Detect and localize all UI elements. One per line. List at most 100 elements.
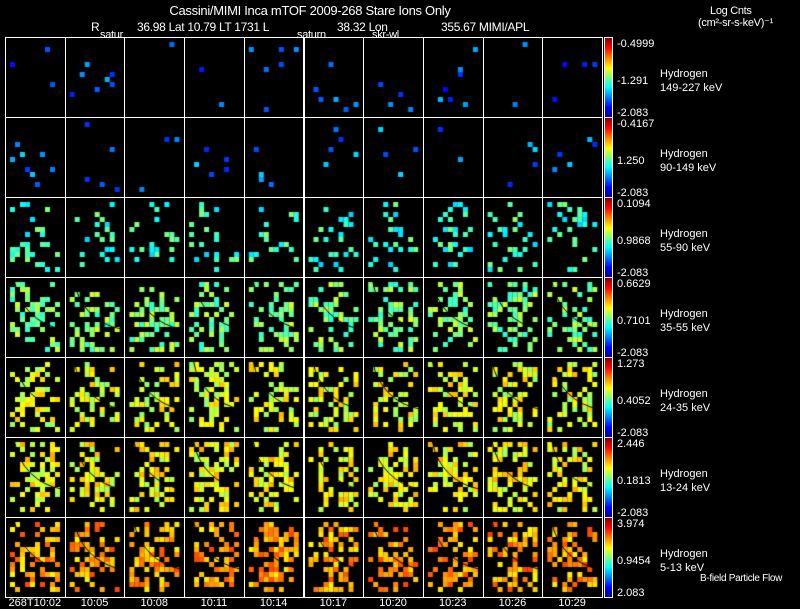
colorbar-max-label: -0.4167 <box>617 118 655 130</box>
heatmap-panel <box>5 37 66 118</box>
time-label: 10:23 <box>438 597 467 609</box>
heatmap-panel <box>422 37 484 118</box>
heatmap-panel <box>482 437 544 518</box>
row-species-label: Hydrogen <box>660 148 708 160</box>
heatmap-panel <box>303 197 365 278</box>
heatmap-panel <box>542 437 603 518</box>
colorbar-max-label: 2.446 <box>617 438 645 450</box>
colorbar <box>604 37 613 118</box>
time-label: 10:20 <box>379 597 407 609</box>
colorbar-units: (cm²-sr-s-keV)⁻¹ <box>698 17 773 29</box>
heatmap-panel <box>5 437 66 518</box>
heatmap-panel <box>542 197 603 278</box>
heatmap-panel <box>124 437 186 518</box>
heatmap-panel <box>184 117 245 198</box>
heatmap-panel <box>482 357 544 438</box>
heatmap-panel <box>5 517 66 598</box>
heatmap-panel <box>64 437 126 518</box>
row-species-label: Hydrogen <box>660 228 708 240</box>
plot-title: Cassini/MIMI Inca mTOF 2009-268 Stare Io… <box>169 3 451 18</box>
heatmap-panel <box>303 37 365 118</box>
colorbar-mid-label: -1.291 <box>617 75 649 87</box>
heatmap-panel <box>243 197 305 278</box>
heatmap-panel <box>542 277 603 358</box>
heatmap-panel <box>363 117 424 198</box>
heatmap-panel <box>363 437 424 518</box>
heatmap-panel <box>303 437 365 518</box>
colorbar-mid-label: 0.9454 <box>617 555 651 567</box>
time-label: 10:11 <box>200 597 228 609</box>
heatmap-panel <box>64 277 126 358</box>
heatmap-panel <box>482 117 544 198</box>
row-energy-label: 5-13 keV <box>660 562 705 574</box>
time-label: 10:08 <box>140 597 169 609</box>
heatmap-panel <box>363 357 424 438</box>
time-label: 10:17 <box>319 597 348 609</box>
row-energy-label: 35-55 keV <box>660 322 711 334</box>
heatmap-panel <box>422 357 484 438</box>
heatmap-panel <box>422 517 484 598</box>
heatmap-panel <box>482 517 544 598</box>
heatmap-panel <box>482 277 544 358</box>
heatmap-panel <box>542 357 603 438</box>
heatmap-panel <box>64 197 126 278</box>
heatmap-panel <box>5 117 66 198</box>
heatmap-panel <box>243 517 305 598</box>
heatmap-panel <box>124 357 186 438</box>
colorbar <box>604 517 613 598</box>
heatmap-panel <box>184 357 245 438</box>
time-label: 10:26 <box>498 597 527 609</box>
colorbar-max-label: -0.4999 <box>617 38 655 50</box>
colorbar-mid-label: 0.9868 <box>617 235 651 247</box>
heatmap-panel <box>184 277 245 358</box>
footer-note: B-field Particle Flow <box>700 573 783 584</box>
heatmap-panel <box>422 197 484 278</box>
heatmap-panel <box>542 517 603 598</box>
heatmap-panel <box>303 357 365 438</box>
colorbar-mid-label: 0.4052 <box>617 395 651 407</box>
heatmap-panel <box>363 517 424 598</box>
colorbar <box>604 357 613 438</box>
colorbar-max-label: 0.1094 <box>617 198 651 210</box>
heatmap-panel <box>363 37 424 118</box>
row-species-label: Hydrogen <box>660 68 708 80</box>
colorbar-mid-label: 1.250 <box>617 155 645 167</box>
heatmap-panel <box>363 277 424 358</box>
colorbar <box>604 437 613 518</box>
colorbar-mid-label: 0.7101 <box>617 315 651 327</box>
time-label: 10:14 <box>259 597 288 609</box>
heatmap-panel <box>64 37 126 118</box>
heatmap-panel <box>184 517 245 598</box>
heatmap-panel <box>124 517 186 598</box>
time-label: 268T10:02 <box>8 597 62 609</box>
heatmap-panel <box>422 437 484 518</box>
heatmap-panel <box>184 197 245 278</box>
heatmap-panel <box>243 357 305 438</box>
colorbar <box>604 117 613 198</box>
heatmap-panel <box>303 517 365 598</box>
heatmap-panel <box>363 197 424 278</box>
row-energy-label: 55-90 keV <box>660 242 711 254</box>
row-energy-label: 24-35 keV <box>660 402 711 414</box>
heatmap-panel <box>243 437 305 518</box>
heatmap-panel <box>303 277 365 358</box>
heatmap-panel <box>64 357 126 438</box>
heatmap-panel <box>124 117 186 198</box>
row-energy-label: 13-24 keV <box>660 482 711 494</box>
heatmap-panel <box>482 37 544 118</box>
colorbar-max-label: 0.6629 <box>617 278 651 290</box>
heatmap-panel <box>422 277 484 358</box>
heatmap-panel <box>542 37 603 118</box>
colorbar <box>604 197 613 278</box>
colorbar-max-label: 1.273 <box>617 358 645 370</box>
heatmap-panel <box>124 197 186 278</box>
heatmap-panel <box>184 437 245 518</box>
heatmap-panel <box>422 117 484 198</box>
colorbar-max-label: 3.974 <box>617 518 645 530</box>
time-label: 10:29 <box>558 597 586 609</box>
heatmap-panel <box>243 117 305 198</box>
heatmap-panel <box>184 37 245 118</box>
row-species-label: Hydrogen <box>660 468 708 480</box>
heatmap-panel <box>64 117 126 198</box>
row-species-label: Hydrogen <box>660 308 708 320</box>
